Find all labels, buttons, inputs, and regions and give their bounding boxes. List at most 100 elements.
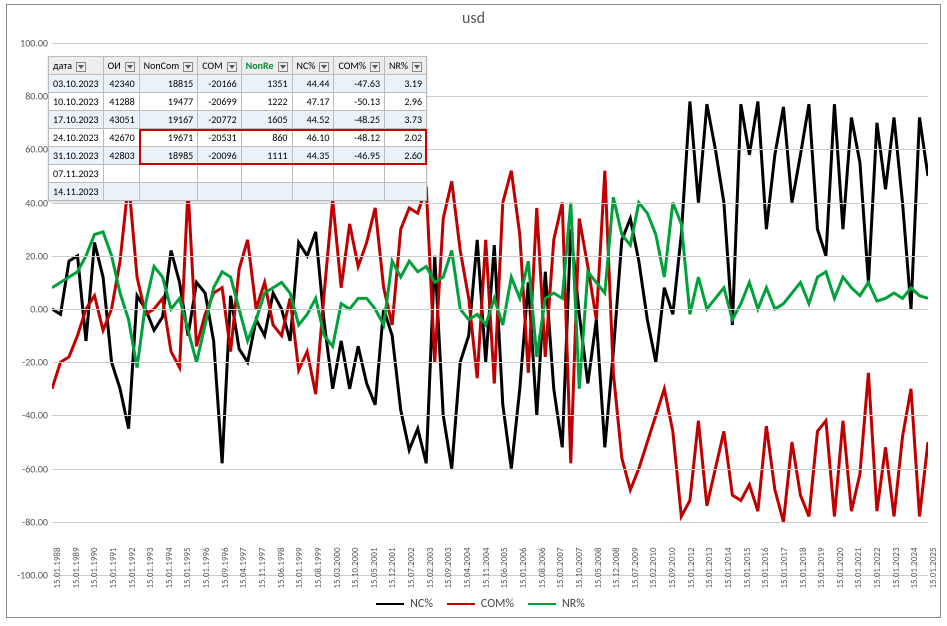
x-tick-label: 15.09.2010 <box>667 547 678 588</box>
y-tick-label: 40.00 <box>14 196 48 209</box>
y-tick-label: 100.00 <box>14 37 48 50</box>
table-cell: -20166 <box>198 75 241 93</box>
x-tick-label: 15.08.2006 <box>537 547 548 588</box>
table-cell: 19477 <box>139 93 198 111</box>
table-cell: -20531 <box>198 129 241 147</box>
table-cell: -48.12 <box>334 129 385 147</box>
x-tick-label: 15.01.2023 <box>891 547 902 588</box>
x-tick-label: 15.02.2010 <box>648 547 659 588</box>
table-cell <box>198 165 241 183</box>
table-cell: 860 <box>241 129 292 147</box>
table-cell: 47.17 <box>292 93 334 111</box>
x-tick-label: 15.11.2004 <box>481 547 492 588</box>
table-cell <box>385 183 427 201</box>
table-cell <box>139 165 198 183</box>
filter-dropdown-icon[interactable] <box>227 62 237 72</box>
table-cell <box>292 183 334 201</box>
y-tick-label: -100.00 <box>14 569 48 582</box>
x-tick-label: 15.01.2006 <box>518 547 529 588</box>
col-header[interactable]: NR% <box>385 57 427 75</box>
x-tick-label: 15.01.1989 <box>71 547 82 588</box>
table-cell <box>198 183 241 201</box>
table-cell: 44.52 <box>292 111 334 129</box>
table-header-row: датаОИNonComCOMNonReNC%COM%NR% <box>49 57 427 75</box>
x-tick-label: 15.01.1991 <box>108 547 119 588</box>
filter-dropdown-icon[interactable] <box>370 62 380 72</box>
gridline <box>52 256 928 257</box>
table-cell: 42340 <box>103 75 139 93</box>
x-tick-label: 15.12.2008 <box>611 547 622 588</box>
legend-swatch <box>528 603 556 605</box>
x-tick-label: 15.01.2012 <box>686 547 697 588</box>
col-header[interactable]: COM <box>198 57 241 75</box>
table-cell <box>103 165 139 183</box>
x-tick-label: 15.10.2007 <box>574 547 585 588</box>
table-cell: 18815 <box>139 75 198 93</box>
x-tick-label: 15.01.2022 <box>872 547 883 588</box>
filter-dropdown-icon[interactable] <box>412 62 422 72</box>
gridline <box>52 415 928 416</box>
gridline <box>52 522 928 523</box>
col-header[interactable]: COM% <box>334 57 385 75</box>
chart-title: usd <box>7 5 940 28</box>
table-cell: -20096 <box>198 147 241 165</box>
table-cell: 42803 <box>103 147 139 165</box>
table-cell: 2.02 <box>385 129 427 147</box>
x-tick-label: 15.10.2000 <box>350 547 361 588</box>
table-cell: 03.10.2023 <box>49 75 104 93</box>
y-tick-label: 80.00 <box>14 90 48 103</box>
col-header[interactable]: NonRe <box>241 57 292 75</box>
x-tick-label: 15.12.2001 <box>387 547 398 588</box>
table-cell: 18985 <box>139 147 198 165</box>
col-header[interactable]: ОИ <box>103 57 139 75</box>
gridline <box>52 362 928 363</box>
filter-dropdown-icon[interactable] <box>319 62 329 72</box>
filter-dropdown-icon[interactable] <box>278 62 288 72</box>
filter-dropdown-icon[interactable] <box>125 62 135 72</box>
x-tick-label: 15.09.1996 <box>220 547 231 588</box>
table-cell <box>334 183 385 201</box>
table-cell: 14.11.2023 <box>49 183 104 201</box>
x-tick-label: 15.07.2002 <box>406 547 417 588</box>
gridline <box>52 309 928 310</box>
col-header[interactable]: дата <box>49 57 104 75</box>
legend-swatch <box>447 603 475 605</box>
table-row: 17.10.20234305119167-20772160544.52-48.2… <box>49 111 427 129</box>
x-tick-label: 15.01.2017 <box>779 547 790 588</box>
y-tick-label: -80.00 <box>14 515 48 528</box>
table-cell: 44.44 <box>292 75 334 93</box>
table-cell <box>334 165 385 183</box>
table-cell <box>385 165 427 183</box>
filter-dropdown-icon[interactable] <box>183 62 193 72</box>
x-tick-label: 15.05.2001 <box>369 547 380 588</box>
legend-label: COM% <box>481 597 514 611</box>
table-cell <box>241 165 292 183</box>
table-cell: -46.95 <box>334 147 385 165</box>
x-tick-label: 15.01.1995 <box>182 547 193 588</box>
legend-label: NC% <box>410 597 433 611</box>
col-header[interactable]: NonCom <box>139 57 198 75</box>
gridline <box>52 43 928 44</box>
table-cell: 19167 <box>139 111 198 129</box>
filter-dropdown-icon[interactable] <box>76 62 86 72</box>
col-header[interactable]: NC% <box>292 57 334 75</box>
table-cell: 24.10.2023 <box>49 129 104 147</box>
x-tick-label: 15.01.1999 <box>294 547 305 588</box>
table-cell: 1222 <box>241 93 292 111</box>
table-cell <box>241 183 292 201</box>
table-cell: 1111 <box>241 147 292 165</box>
table-row: 03.10.20234234018815-20166135144.44-47.6… <box>49 75 427 93</box>
table-row: 14.11.2023 <box>49 183 427 201</box>
table-cell: 31.10.2023 <box>49 147 104 165</box>
table-cell: 1605 <box>241 111 292 129</box>
x-tick-label: 15.04.1997 <box>238 547 249 588</box>
x-tick-label: 15.03.2007 <box>555 547 566 588</box>
x-tick-label: 15.01.1996 <box>201 547 212 588</box>
x-tick-label: 15.01.2013 <box>704 547 715 588</box>
x-tick-label: 15.01.1988 <box>52 547 63 588</box>
y-tick-label: -20.00 <box>14 356 48 369</box>
table-cell: 1351 <box>241 75 292 93</box>
y-tick-label: -40.00 <box>14 409 48 422</box>
x-tick-label: 15.01.2020 <box>835 547 846 588</box>
table-cell: 07.11.2023 <box>49 165 104 183</box>
